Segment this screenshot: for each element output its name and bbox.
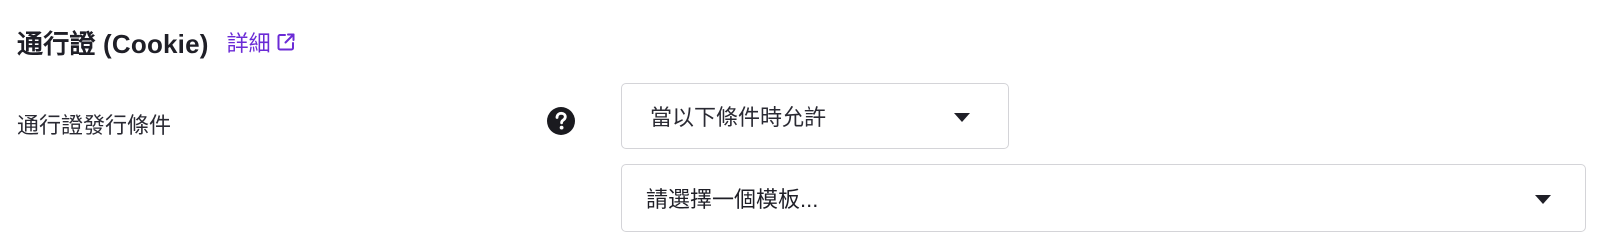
- question-circle-icon[interactable]: [546, 106, 576, 136]
- section-title: 通行證 (Cookie): [17, 28, 209, 59]
- template-select-placeholder: 請選擇一個模板...: [646, 187, 819, 212]
- details-link-label: 詳細: [226, 31, 271, 56]
- caret-down-icon: [954, 113, 970, 122]
- details-link[interactable]: 詳細: [227, 26, 296, 58]
- field-label: 通行證發行條件: [17, 113, 172, 138]
- template-select[interactable]: 請選擇一個模板...: [621, 164, 1586, 232]
- condition-select-value: 當以下條件時允許: [650, 105, 827, 130]
- external-link-icon: [277, 33, 295, 51]
- condition-select[interactable]: 當以下條件時允許: [621, 83, 1009, 149]
- caret-down-icon: [1535, 195, 1551, 204]
- section-header: 通行證 (Cookie) 詳細: [17, 24, 296, 60]
